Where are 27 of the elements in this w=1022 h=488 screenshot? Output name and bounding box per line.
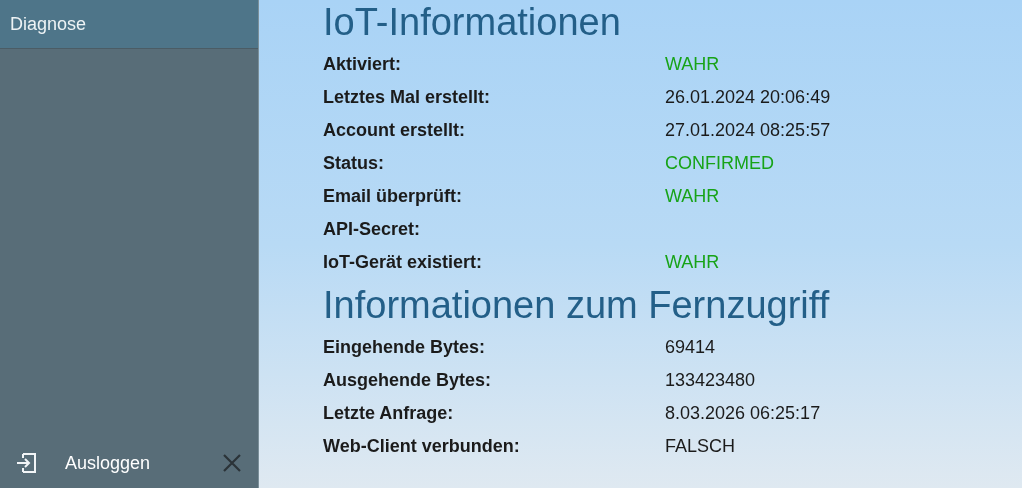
field-value: 27.01.2024 08:25:57 bbox=[665, 119, 831, 142]
field-label: Ausgehende Bytes: bbox=[323, 369, 493, 392]
field-value: 133423480 bbox=[665, 369, 756, 392]
field-value: WAHR bbox=[665, 185, 720, 208]
field-label: Web-Client verbunden: bbox=[323, 435, 521, 458]
section-heading: Informationen zum Fernzugriff bbox=[323, 283, 831, 327]
logout-link[interactable]: Ausloggen bbox=[65, 449, 151, 477]
field-value: CONFIRMED bbox=[665, 152, 774, 175]
field-value: 8.03.2026 06:25:17 bbox=[665, 402, 821, 425]
logout-icon[interactable] bbox=[14, 451, 38, 475]
field-label: Letztes Mal erstellt: bbox=[323, 86, 492, 109]
close-icon[interactable] bbox=[222, 453, 242, 473]
field-value: 26.01.2024 20:06:49 bbox=[665, 86, 831, 109]
field-value: 69414 bbox=[665, 336, 716, 359]
field-label: API-Secret: bbox=[323, 218, 422, 241]
sidebar-item[interactable]: Diagnose bbox=[0, 0, 258, 49]
field-label: Eingehende Bytes: bbox=[323, 336, 487, 359]
field-label: Status: bbox=[323, 152, 385, 175]
field-value: FALSCH bbox=[665, 435, 736, 458]
field-label: Email überprüft: bbox=[323, 185, 463, 208]
section-heading: IoT-Informationen bbox=[323, 0, 622, 44]
field-label: Aktiviert: bbox=[323, 53, 403, 76]
field-label: Letzte Anfrage: bbox=[323, 402, 455, 425]
field-value: WAHR bbox=[665, 53, 720, 76]
field-value: WAHR bbox=[665, 251, 720, 274]
field-label: IoT-Gerät existiert: bbox=[323, 251, 484, 274]
field-label: Account erstellt: bbox=[323, 119, 467, 142]
